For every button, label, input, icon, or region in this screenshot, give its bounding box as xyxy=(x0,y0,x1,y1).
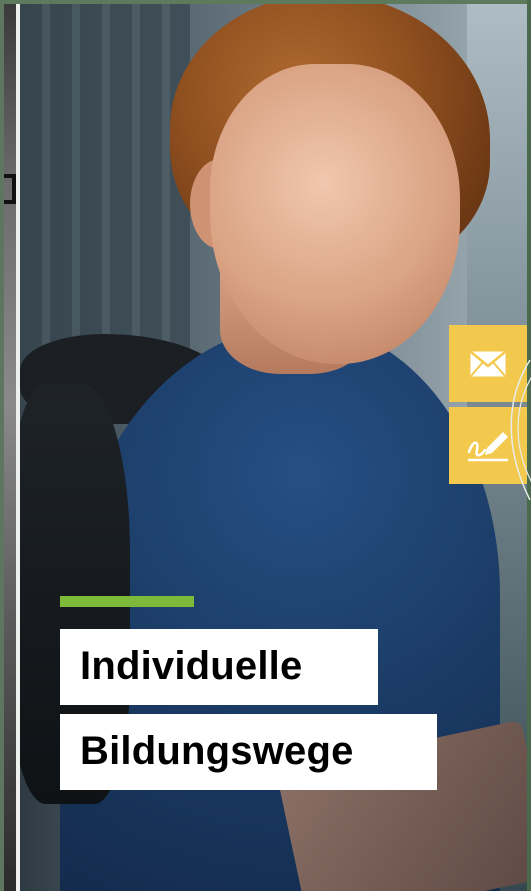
glasses-detail xyxy=(4,174,16,204)
previous-slide-image[interactable] xyxy=(4,4,16,891)
decorative-curves xyxy=(510,360,531,500)
hero-headline-line-2: Bildungswege xyxy=(60,714,437,790)
headline-accent-bar xyxy=(60,596,194,607)
person-face xyxy=(210,64,460,364)
hero-headline-line-1: Individuelle xyxy=(60,629,378,705)
